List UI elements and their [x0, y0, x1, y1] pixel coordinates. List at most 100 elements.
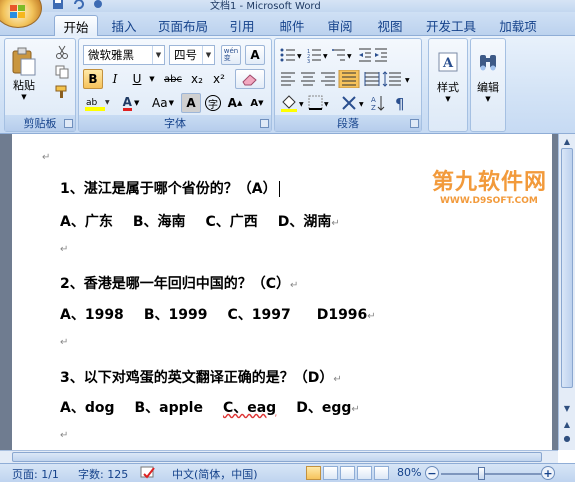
answer-option: C、eag [222, 400, 277, 416]
eraser-icon [242, 74, 257, 86]
svg-text:▼: ▼ [324, 101, 329, 108]
tab-developer[interactable]: 开发工具 [420, 15, 482, 36]
save-icon[interactable] [52, 0, 64, 10]
font-color-button[interactable]: A ▼ [117, 93, 145, 113]
paragraph-launcher[interactable] [410, 119, 419, 128]
text-highlight-button[interactable]: ab ▼ [83, 93, 113, 113]
document-page[interactable]: ↵ 1、湛江是属于哪个省份的？（A） A、广东 B、海南 C、广西 D、湖南↵ ↵ 2… [12, 134, 552, 450]
grow-font-button[interactable]: A ▲ [225, 93, 245, 113]
zoom-in-icon[interactable]: + [541, 466, 555, 480]
chevron-down-icon[interactable]: ▼ [147, 69, 157, 89]
paragraph-mark: ↵ [60, 337, 69, 348]
tab-insert[interactable]: 插入 [104, 15, 144, 36]
watermark-url: WWW.D9SOFT.COM [440, 196, 538, 206]
draft-view-button[interactable] [374, 466, 389, 480]
font-group-label: 字体 [79, 115, 271, 131]
undo-icon[interactable] [72, 0, 84, 10]
binoculars-icon [480, 55, 496, 71]
character-shading-button[interactable]: A [181, 93, 201, 113]
subscript-button[interactable]: x₂ [187, 69, 207, 89]
change-case-button[interactable]: Aa ▼ [147, 93, 179, 113]
full-screen-reading-view-button[interactable] [323, 466, 338, 480]
enclose-characters-button[interactable]: 字 [203, 93, 223, 113]
tab-page-layout[interactable]: 页面布局 [152, 15, 214, 36]
tab-view[interactable]: 视图 [370, 15, 410, 36]
scroll-up-icon[interactable]: ▲ [561, 135, 573, 147]
chevron-down-icon[interactable]: ▼ [152, 46, 164, 64]
format-painter-icon[interactable] [55, 85, 69, 99]
office-logo-icon [10, 5, 25, 18]
paragraph-mark: ↵ [333, 374, 342, 385]
chevron-down-icon[interactable]: ▼ [202, 46, 214, 64]
character-border-button[interactable]: A [245, 45, 265, 65]
watermark: 第九软件网 WWW.D9SOFT.COM [432, 164, 547, 206]
answer-option: C、广西 [205, 214, 258, 230]
select-browse-object-icon[interactable]: ● [561, 432, 573, 444]
chevron-down-icon[interactable]: ▼ [134, 99, 139, 107]
print-layout-view-button[interactable] [306, 466, 321, 480]
clear-formatting-button[interactable] [235, 69, 265, 89]
bold-button[interactable]: B [83, 69, 103, 89]
list-buttons-row: ▼ 123▼ ▼ [280, 48, 387, 64]
font-launcher[interactable] [260, 119, 269, 128]
superscript-button[interactable]: x² [209, 69, 229, 89]
zoom-slider[interactable] [441, 473, 541, 475]
scroll-down-icon[interactable]: ▼ [561, 402, 573, 414]
numbering-icon: 123▼ [307, 49, 328, 64]
tab-references[interactable]: 引用 [222, 15, 262, 36]
outline-view-button[interactable] [357, 466, 372, 480]
styles-button[interactable]: A 样式 ▼ [431, 45, 465, 109]
status-bar: 页面: 1/1 字数: 125 中文(简体，中国) 80% − + [0, 463, 575, 482]
sort-icon: AZ [371, 96, 385, 112]
zoom-slider-thumb[interactable] [478, 467, 485, 480]
paste-label: 粘贴 [13, 79, 35, 92]
shrink-font-button[interactable]: A ▼ [247, 93, 267, 113]
zoom-out-icon[interactable]: − [425, 466, 439, 480]
borders-icon: ▼ [308, 95, 329, 110]
chevron-down-icon: ▼ [485, 95, 491, 103]
underline-button[interactable]: U [127, 69, 147, 89]
strikethrough-button[interactable]: abc [161, 69, 185, 89]
svg-text:▼: ▼ [105, 99, 110, 106]
tab-review[interactable]: 审阅 [320, 15, 360, 36]
vertical-scrollbar[interactable]: ▲ ▼ ▲ ● [558, 134, 575, 450]
editing-button[interactable]: 编辑 ▼ [472, 45, 504, 109]
tab-home[interactable]: 开始 [54, 15, 98, 36]
svg-text:¶: ¶ [395, 95, 405, 112]
clipboard-launcher[interactable] [64, 119, 73, 128]
answer-option: A、dog [60, 400, 115, 416]
watermark-title: 第九软件网 [432, 170, 548, 195]
styles-group: A 样式 ▼ [428, 38, 468, 132]
language-indicator[interactable]: 中文(简体，中国) [172, 466, 258, 482]
align-right-icon [321, 72, 335, 86]
chevron-down-icon[interactable]: ▼ [169, 99, 174, 107]
paste-icon [12, 47, 36, 76]
page-count[interactable]: 页面: 1/1 [12, 466, 59, 482]
tab-mailings[interactable]: 邮件 [272, 15, 312, 36]
zoom-level[interactable]: 80% [397, 466, 421, 479]
italic-button[interactable]: I [105, 69, 125, 89]
answer-option: D1996 [316, 307, 368, 323]
answer-option: A、1998 [60, 307, 124, 323]
horizontal-scrollbar[interactable] [0, 450, 558, 463]
redo-icon[interactable] [92, 0, 104, 10]
align-left-icon [281, 72, 295, 86]
svg-text:▼: ▼ [299, 101, 304, 108]
paste-dropdown-icon: ▼ [21, 93, 27, 101]
svg-text:▼: ▼ [297, 53, 302, 60]
copy-icon[interactable] [55, 65, 69, 79]
cut-icon[interactable] [55, 45, 69, 59]
editing-group: 编辑 ▼ [470, 38, 506, 132]
paste-button[interactable]: 粘贴 ▼ [7, 41, 41, 107]
scroll-thumb[interactable] [561, 148, 573, 388]
phonetic-guide-button[interactable]: wén 变 [221, 45, 241, 65]
font-family-combo[interactable]: 微软雅黑 ▼ [83, 45, 165, 65]
proofing-icon[interactable] [140, 466, 156, 480]
window-title: 文档1 - Microsoft Word [210, 1, 321, 12]
scroll-thumb[interactable] [12, 452, 542, 462]
font-size-combo[interactable]: 四号 ▼ [169, 45, 215, 65]
word-count[interactable]: 字数: 125 [78, 466, 128, 482]
tab-addins[interactable]: 加载项 [490, 15, 546, 36]
web-layout-view-button[interactable] [340, 466, 355, 480]
previous-page-icon[interactable]: ▲ [561, 418, 573, 430]
